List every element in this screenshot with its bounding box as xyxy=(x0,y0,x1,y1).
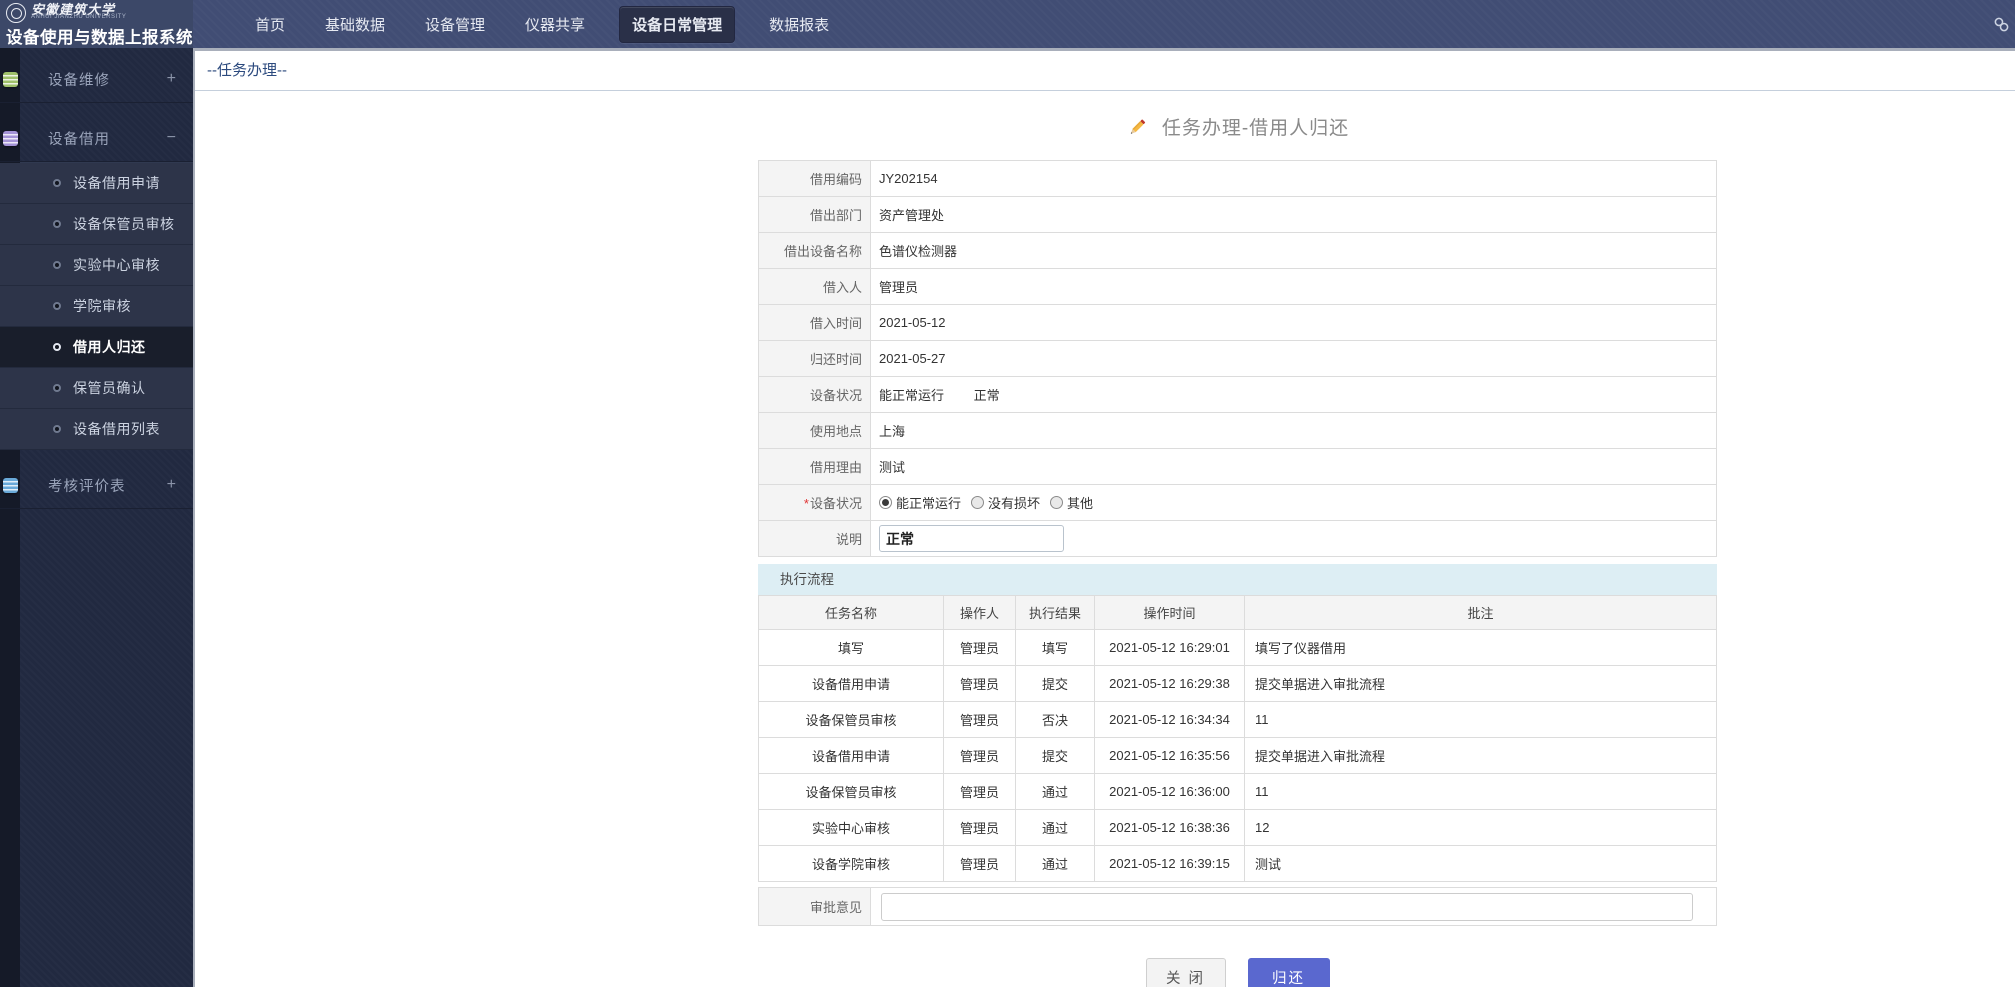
approval-row: 审批意见 xyxy=(758,887,1717,926)
chain-link-icon xyxy=(1993,16,2010,33)
page-title: 任务办理-借用人归还 xyxy=(758,113,1717,140)
content-area: --任务办理-- 任务办理-借用人归还 借用编码JY202154 借出部门资产管… xyxy=(193,48,2015,987)
nav-item-daily-mgmt[interactable]: 设备日常管理 xyxy=(619,6,735,43)
list-icon xyxy=(3,72,18,87)
sidebar-item-college-review[interactable]: 学院审核 xyxy=(0,286,193,327)
sidebar-group-label: 设备维修 xyxy=(48,69,110,90)
sidebar-item-borrow-list[interactable]: 设备借用列表 xyxy=(0,409,193,450)
pencil-icon xyxy=(1126,116,1148,138)
sidebar: 设备维修 + 设备借用 − 设备借用申请 设备保管员审核 实验中心审核 学院审核… xyxy=(0,48,193,987)
bullet-icon xyxy=(53,384,61,392)
note-row: 说明 xyxy=(759,521,1717,557)
app-logo: 安徽建筑大学 ANHUI JIANZHU UNIVERSITY 设备使用与数据上… xyxy=(0,0,193,48)
close-button[interactable]: 关 闭 xyxy=(1146,958,1226,987)
list-icon xyxy=(3,478,18,493)
return-button[interactable]: 归还 xyxy=(1248,958,1330,987)
sidebar-item-labcenter-review[interactable]: 实验中心审核 xyxy=(0,245,193,286)
system-title: 设备使用与数据上报系统 xyxy=(6,24,187,48)
radio-unchecked-icon[interactable] xyxy=(1050,496,1063,509)
table-row: 设备保管员审核管理员通过2021-05-12 16:36:0011 xyxy=(759,774,1717,810)
university-name-en: ANHUI JIANZHU UNIVERSITY xyxy=(31,14,126,20)
borrow-detail-form: 借用编码JY202154 借出部门资产管理处 借出设备名称色谱仪检测器 借入人管… xyxy=(758,160,1717,557)
expand-icon[interactable]: + xyxy=(167,70,176,88)
front-site-link[interactable]: 前 xyxy=(1993,0,2015,48)
table-row: 借用理由测试 xyxy=(759,449,1717,485)
breadcrumb: --任务办理-- xyxy=(195,51,2015,91)
sidebar-group-evaluation[interactable]: 考核评价表 + xyxy=(0,462,193,509)
bullet-icon xyxy=(53,302,61,310)
collapse-icon[interactable]: − xyxy=(167,129,176,147)
sidebar-sub-list: 设备借用申请 设备保管员审核 实验中心审核 学院审核 借用人归还 保管员确认 设… xyxy=(0,162,193,450)
required-asterisk: * xyxy=(804,496,809,511)
table-row: 设备借用申请管理员提交2021-05-12 16:35:56提交单据进入审批流程 xyxy=(759,738,1717,774)
condition-radio-group: 能正常运行 没有损坏 其他 xyxy=(879,493,1716,512)
equipment-condition-row: *设备状况 能正常运行 没有损坏 其他 xyxy=(759,485,1717,521)
page-title-text: 任务办理-借用人归还 xyxy=(1162,113,1349,140)
approval-opinion-input[interactable] xyxy=(881,893,1693,921)
table-row: 借入人管理员 xyxy=(759,269,1717,305)
table-row: 设备借用申请管理员提交2021-05-12 16:29:38提交单据进入审批流程 xyxy=(759,666,1717,702)
sidebar-group-label: 设备借用 xyxy=(48,128,110,149)
list-icon xyxy=(3,131,18,146)
nav-item-equipment-mgmt[interactable]: 设备管理 xyxy=(419,6,491,43)
radio-option-undamaged[interactable]: 没有损坏 xyxy=(971,493,1040,512)
radio-option-other[interactable]: 其他 xyxy=(1050,493,1093,512)
task-panel: 任务办理-借用人归还 借用编码JY202154 借出部门资产管理处 借出设备名称… xyxy=(758,113,1717,987)
flow-header-row: 任务名称 操作人 执行结果 操作时间 批注 xyxy=(759,596,1717,630)
table-row: 借出设备名称色谱仪检测器 xyxy=(759,233,1717,269)
sidebar-item-custodian-review[interactable]: 设备保管员审核 xyxy=(0,204,193,245)
table-row: 借用编码JY202154 xyxy=(759,161,1717,197)
table-row: 设备保管员审核管理员否决2021-05-12 16:34:3411 xyxy=(759,702,1717,738)
university-seal-icon xyxy=(6,3,26,23)
bullet-icon xyxy=(53,179,61,187)
radio-option-normal[interactable]: 能正常运行 xyxy=(879,493,961,512)
nav-item-basic-data[interactable]: 基础数据 xyxy=(319,6,391,43)
sidebar-item-borrower-return[interactable]: 借用人归还 xyxy=(0,327,193,368)
radio-checked-icon[interactable] xyxy=(879,496,892,509)
sidebar-group-label: 考核评价表 xyxy=(48,475,126,496)
table-row: 实验中心审核管理员通过2021-05-12 16:38:3612 xyxy=(759,810,1717,846)
table-row: 归还时间2021-05-27 xyxy=(759,341,1717,377)
bullet-icon xyxy=(53,220,61,228)
nav-item-home[interactable]: 首页 xyxy=(249,6,291,43)
note-input[interactable] xyxy=(879,525,1064,552)
table-row: 借入时间2021-05-12 xyxy=(759,305,1717,341)
nav-item-instrument-sharing[interactable]: 仪器共享 xyxy=(519,6,591,43)
flow-table: 任务名称 操作人 执行结果 操作时间 批注 填写管理员填写2021-05-12 … xyxy=(758,595,1717,882)
bullet-icon xyxy=(53,261,61,269)
table-row: 设备学院审核管理员通过2021-05-12 16:39:15测试 xyxy=(759,846,1717,882)
sidebar-item-borrow-apply[interactable]: 设备借用申请 xyxy=(0,163,193,204)
table-row: 借出部门资产管理处 xyxy=(759,197,1717,233)
radio-unchecked-icon[interactable] xyxy=(971,496,984,509)
main-menu: 首页 基础数据 设备管理 仪器共享 设备日常管理 数据报表 xyxy=(249,0,835,48)
sidebar-group-equipment-borrow[interactable]: 设备借用 − xyxy=(0,115,193,162)
bullet-icon xyxy=(53,343,61,351)
action-buttons: 关 闭 归还 xyxy=(758,958,1717,987)
sidebar-group-equipment-repair[interactable]: 设备维修 + xyxy=(0,56,193,103)
nav-item-data-report[interactable]: 数据报表 xyxy=(763,6,835,43)
bullet-icon xyxy=(53,425,61,433)
table-row: 设备状况能正常运行 正常 xyxy=(759,377,1717,413)
flow-section-header: 执行流程 xyxy=(758,564,1717,595)
table-row: 使用地点上海 xyxy=(759,413,1717,449)
expand-icon[interactable]: + xyxy=(167,476,176,494)
top-navbar: 安徽建筑大学 ANHUI JIANZHU UNIVERSITY 设备使用与数据上… xyxy=(0,0,2015,48)
table-row: 填写管理员填写2021-05-12 16:29:01填写了仪器借用 xyxy=(759,630,1717,666)
sidebar-item-custodian-confirm[interactable]: 保管员确认 xyxy=(0,368,193,409)
